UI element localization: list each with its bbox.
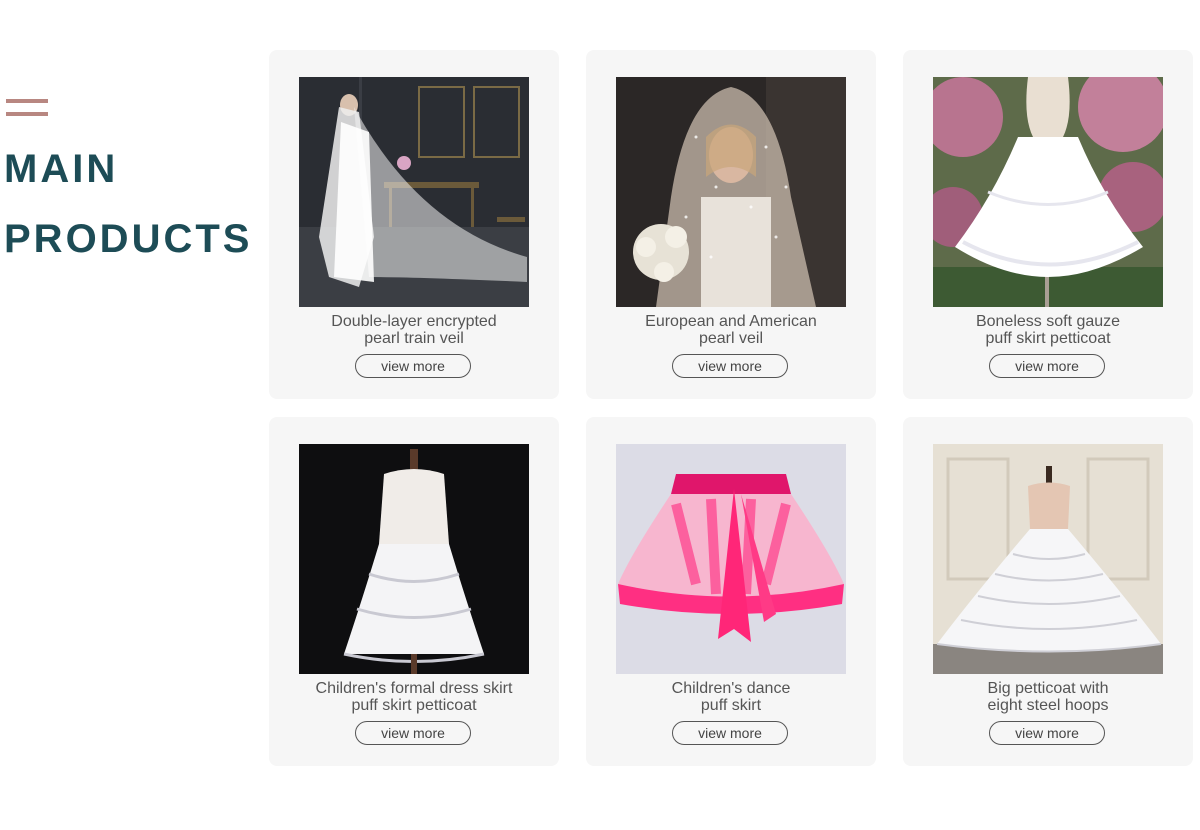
product-title: Double-layer encrypted pearl train veil	[269, 313, 559, 347]
product-title-line: eight steel hoops	[987, 697, 1109, 714]
product-title-line: Children's formal dress skirt	[315, 680, 513, 697]
petticoat-photo-icon	[933, 77, 1163, 307]
product-title-line: puff skirt	[700, 697, 762, 714]
heading-accent-icon	[6, 99, 48, 117]
product-image[interactable]	[299, 77, 529, 307]
bridal-veil-photo-icon	[299, 77, 529, 307]
product-card: Children's formal dress skirt puff skirt…	[269, 417, 559, 766]
product-card: Double-layer encrypted pearl train veil …	[269, 50, 559, 399]
product-title-line: Big petticoat with	[987, 680, 1109, 697]
product-image[interactable]	[616, 444, 846, 674]
product-image[interactable]	[299, 444, 529, 674]
product-title: Children's dance puff skirt	[586, 680, 876, 714]
main-products-page: MAIN PRODUCTS Double-layer encrypted pea…	[0, 0, 1200, 830]
product-title-line: Boneless soft gauze	[975, 313, 1121, 330]
children-petticoat-photo-icon	[299, 444, 529, 674]
view-more-button[interactable]: view more	[355, 721, 471, 745]
product-title: European and American pearl veil	[586, 313, 876, 347]
product-card: Children's dance puff skirt view more	[586, 417, 876, 766]
view-more-button[interactable]: view more	[989, 721, 1105, 745]
product-title-line: Children's dance	[671, 680, 791, 697]
product-image[interactable]	[933, 77, 1163, 307]
view-more-button[interactable]: view more	[989, 354, 1105, 378]
product-title-line: puff skirt petticoat	[985, 330, 1111, 347]
product-card: Big petticoat with eight steel hoops vie…	[903, 417, 1193, 766]
product-title: Big petticoat with eight steel hoops	[903, 680, 1193, 714]
hoop-petticoat-photo-icon	[933, 444, 1163, 674]
product-image[interactable]	[616, 77, 846, 307]
product-title-line: pearl veil	[698, 330, 764, 347]
product-title: Children's formal dress skirt puff skirt…	[269, 680, 559, 714]
tutu-skirt-photo-icon	[616, 444, 846, 674]
heading-line-main: MAIN	[4, 147, 119, 191]
product-title-line: pearl train veil	[364, 330, 464, 347]
product-title-line: puff skirt petticoat	[351, 697, 477, 714]
view-more-button[interactable]: view more	[672, 354, 788, 378]
product-title-line: European and American	[645, 313, 817, 330]
product-grid: Double-layer encrypted pearl train veil …	[269, 50, 1194, 766]
pearl-veil-photo-icon	[616, 77, 846, 307]
product-title: Boneless soft gauze puff skirt petticoat	[903, 313, 1193, 347]
product-image[interactable]	[933, 444, 1163, 674]
view-more-button[interactable]: view more	[672, 721, 788, 745]
product-card: European and American pearl veil view mo…	[586, 50, 876, 399]
view-more-button[interactable]: view more	[355, 354, 471, 378]
product-card: Boneless soft gauze puff skirt petticoat…	[903, 50, 1193, 399]
product-title-line: Double-layer encrypted	[331, 313, 497, 330]
heading-line-products: PRODUCTS	[4, 217, 253, 261]
